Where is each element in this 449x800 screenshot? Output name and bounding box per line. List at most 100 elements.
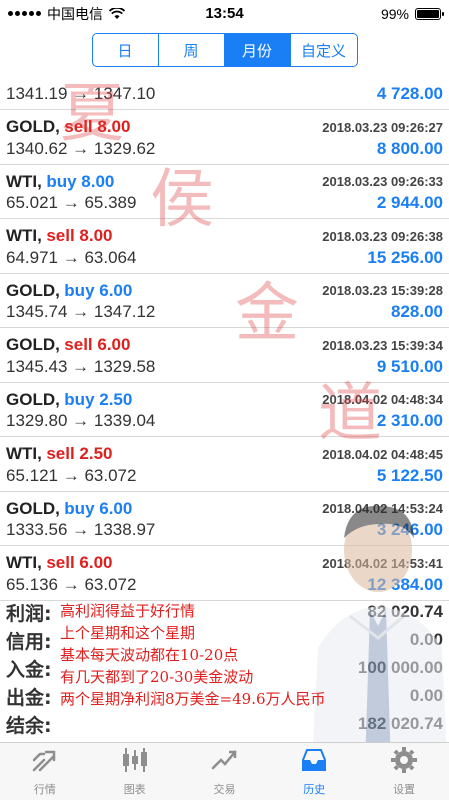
promo-line: 高利润得益于好行情	[60, 602, 196, 620]
carrier-label: 中国电信	[47, 5, 103, 22]
trade-row-header: GOLD, buy 2.50 2018.04.02 04:48:34	[6, 389, 443, 411]
trade-prices: 1340.62 → 1329.62	[6, 138, 156, 158]
trade-profit: 5 122.50	[376, 465, 443, 485]
trade-row[interactable]: GOLD, sell 6.00 2018.03.23 15:39:34 1345.4…	[0, 328, 449, 383]
trade-profit: 8 800.00	[376, 138, 443, 158]
trade-row[interactable]: GOLD, buy 6.00 2018.03.23 15:39:28 1345.74…	[0, 274, 449, 328]
segment-3[interactable]: 自定义	[291, 34, 357, 66]
trade-row[interactable]: WTI, buy 8.00 2018.03.23 09:26:33 65.021 →…	[0, 165, 449, 219]
summary-value: 82 020.74	[367, 602, 443, 621]
trade-title: GOLD, sell 8.00	[6, 117, 130, 137]
promo-line: 基本每天波动都在10-20点	[60, 646, 239, 664]
trade-row-details: 64.971 → 63.064 15 256.00	[6, 247, 443, 269]
trade-side: sell 6.00	[46, 553, 113, 572]
trade-date: 2018.04.02 14:53:24	[322, 501, 443, 516]
promo-line: 上个星期和这个星期	[60, 624, 196, 642]
trade-row-header: GOLD, buy 6.00 2018.03.23 15:39:28	[6, 280, 443, 302]
trade-profit: 828.00	[391, 302, 443, 321]
trade-symbol: GOLD,	[6, 389, 60, 409]
trade-profit: 2 944.00	[376, 193, 443, 212]
trade-row[interactable]: WTI, sell 2.50 2018.04.02 04:48:45 65.121 …	[0, 437, 449, 492]
trade-row-details: 1333.56 → 1338.97 3 246.00	[6, 519, 443, 541]
trade-title: WTI, buy 8.00	[6, 172, 114, 192]
tab-trade[interactable]: 交易	[180, 743, 270, 800]
trade-prices: 65.121 → 63.072	[6, 465, 137, 485]
trade-date: 2018.04.02 14:53:41	[322, 555, 443, 571]
trade-row[interactable]: WTI, sell 6.00 2018.04.02 14:53:41 65.136 …	[0, 546, 449, 601]
trade-prices: 1345.43 → 1329.58	[6, 356, 156, 376]
trade-row[interactable]: GOLD, buy 6.00 2018.04.02 14:53:24 1333.56…	[0, 492, 449, 546]
tab-chart[interactable]: 图表	[90, 743, 180, 800]
trade-title: WTI, sell 2.50	[6, 444, 113, 464]
trade-row-header: WTI, buy 8.00 2018.03.23 09:26:33	[6, 171, 443, 193]
trade-prices: 1341.19 → 1347.10	[6, 84, 156, 103]
trade-row-header: WTI, sell 2.50 2018.04.02 04:48:45	[6, 443, 443, 465]
trade-row[interactable]: GOLD, sell 8.00 2018.03.23 09:26:27 1340.6…	[0, 110, 449, 165]
trade-row-header: GOLD, sell 6.00 2018.03.23 15:39:34	[6, 334, 443, 356]
signal-icon	[8, 11, 41, 16]
summary-label: 信用:	[6, 630, 52, 653]
trade-side: buy 6.00	[64, 498, 133, 518]
trade-title: WTI, sell 8.00	[6, 226, 113, 246]
battery-percent: 99%	[380, 5, 409, 22]
status-bar: 中国电信 13:54 99%	[0, 0, 449, 27]
status-left: 中国电信	[8, 4, 125, 24]
trade-title: WTI, sell 6.00	[6, 553, 113, 573]
trade-prices: 1333.56 → 1338.97	[6, 520, 156, 539]
segment-2[interactable]: 月份	[224, 34, 291, 66]
trade-date: 2018.03.23 15:39:28	[322, 283, 443, 298]
summary-label: 利润:	[6, 602, 52, 625]
trade-side: sell 2.50	[46, 444, 113, 463]
tab-quotes[interactable]: 行情	[0, 743, 90, 800]
trade-side: buy 2.50	[64, 389, 133, 409]
trade-row[interactable]: 1341.19 → 1347.10 4 728.00	[0, 68, 449, 110]
trade-row[interactable]: GOLD, buy 2.50 2018.04.02 04:48:34 1329.80…	[0, 383, 449, 437]
trade-row-details: 1341.19 → 1347.10 4 728.00	[6, 83, 443, 105]
tab-settings[interactable]: 设置	[359, 743, 449, 800]
trade-symbol: WTI,	[6, 444, 42, 463]
trade-symbol: WTI,	[6, 553, 42, 572]
segmented-control: 日周月份 自定义	[91, 33, 358, 67]
battery-icon	[415, 7, 444, 20]
trade-row-details: 1340.62 → 1329.62 8 800.00	[6, 138, 443, 160]
tab-label: 图表	[123, 783, 146, 796]
tab-history[interactable]: 历史	[269, 743, 359, 800]
trade-prices: 1329.80 → 1339.04	[6, 411, 156, 430]
trade-side: sell 8.00	[64, 117, 131, 136]
settings-icon	[389, 746, 419, 777]
trade-profit: 15 256.00	[367, 247, 443, 267]
summary-label: 出金:	[6, 686, 52, 709]
trade-symbol: GOLD,	[6, 117, 60, 136]
promo-text: 高利润得益于好行情 上个星期和这个星期基本每天波动都在10-20点 有几天都到了20…	[60, 600, 326, 710]
summary-value: 0.00	[409, 630, 443, 649]
trade-prices: 65.021 → 65.389	[6, 193, 137, 212]
trade-side: buy 6.00	[64, 280, 133, 300]
trade-row-details: 65.021 → 65.389 2 944.00	[6, 192, 443, 214]
trade-profit: 9 510.00	[376, 356, 443, 376]
segment-0[interactable]: 日	[93, 34, 159, 66]
history-icon	[299, 746, 329, 777]
trade-date: 2018.04.02 04:48:34	[322, 392, 443, 407]
trade-title: GOLD, buy 6.00	[6, 499, 132, 519]
summary-row: 结余: 182 020.74	[0, 710, 449, 738]
trade-row-details: 1329.80 → 1339.04 2 310.00	[6, 410, 443, 432]
trade-profit: 3 246.00	[376, 520, 443, 539]
trade-date: 2018.03.23 09:26:33	[322, 174, 443, 189]
trade-profit: 2 310.00	[376, 411, 443, 430]
trade-date: 2018.03.23 15:39:34	[322, 337, 443, 353]
tab-label: 历史	[303, 783, 326, 796]
trade-history-list: 1341.19 → 1347.10 4 728.00 GOLD, sell 8.00…	[0, 68, 449, 601]
trade-row[interactable]: WTI, sell 8.00 2018.03.23 09:26:38 64.971 …	[0, 219, 449, 274]
chart-icon	[120, 746, 150, 777]
period-selector: 日周月份 自定义	[0, 33, 449, 67]
trade-title: GOLD, sell 6.00	[6, 335, 130, 355]
trade-row-header: WTI, sell 6.00 2018.04.02 14:53:41	[6, 552, 443, 574]
summary-value: 100 000.00	[357, 658, 443, 677]
trade-row-details: 1345.74 → 1347.12 828.00	[6, 301, 443, 323]
trade-profit: 12 384.00	[367, 574, 443, 594]
trade-prices: 65.136 → 63.072	[6, 574, 137, 594]
promo-line: 有几天都到了20-30美金波动	[60, 668, 254, 686]
segment-1[interactable]: 周	[159, 34, 225, 66]
summary-label: 结余:	[6, 714, 52, 737]
trade-row-header: GOLD, buy 6.00 2018.04.02 14:53:24	[6, 498, 443, 520]
